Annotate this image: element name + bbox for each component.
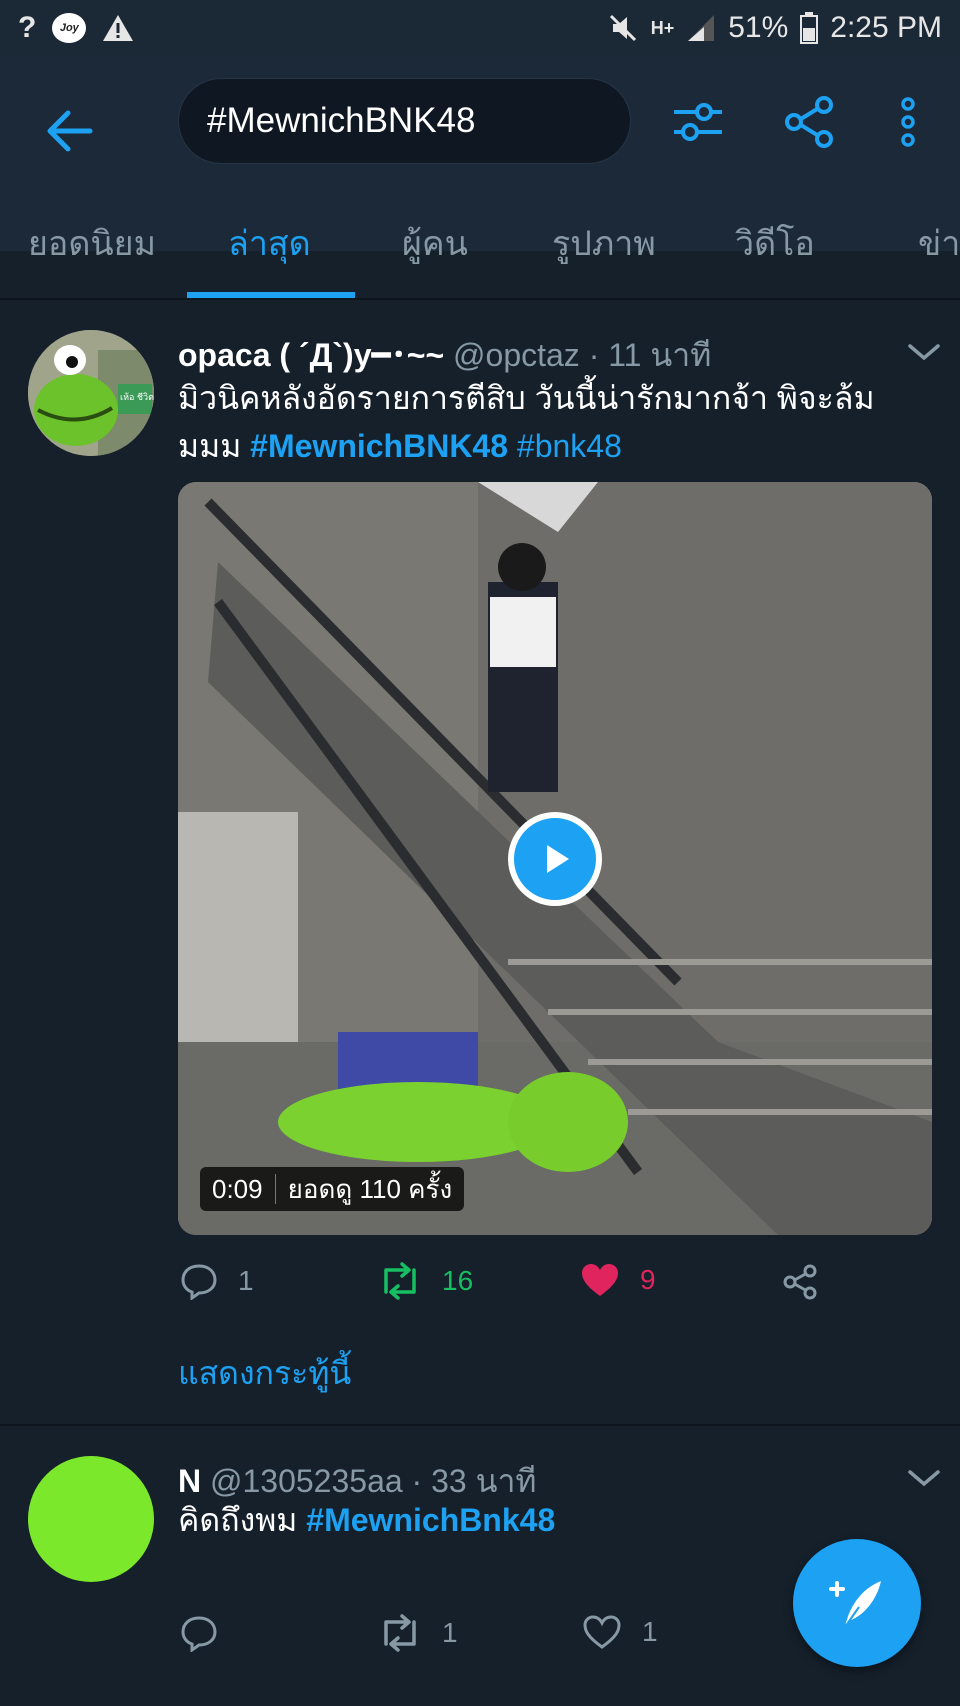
user-handle[interactable]: @1305235aa (210, 1463, 403, 1499)
video-duration: 0:09 (212, 1173, 263, 1204)
chevron-down-icon[interactable] (906, 340, 942, 364)
search-query: #MewnichBNK48 (207, 101, 476, 140)
tab-photos[interactable]: รูปภาพ (552, 220, 656, 300)
chevron-down-icon[interactable] (906, 1466, 942, 1490)
compose-feather-icon (829, 1581, 881, 1628)
hashtag-link[interactable]: #MewnichBnk48 (306, 1502, 555, 1538)
like-count: 1 (642, 1616, 658, 1647)
mute-icon (609, 14, 636, 42)
reply-count: 1 (238, 1265, 254, 1296)
share-tweet-icon[interactable] (782, 1264, 818, 1300)
show-thread-link[interactable]: แสดงกระทู้นี้ (178, 1348, 351, 1399)
heart-filled-icon (582, 1264, 618, 1296)
video-info-badge: 0:09 ยอดดู 110 ครั้ง (200, 1167, 465, 1211)
avatar-sign-text: เห้อ ชีวิต (120, 392, 154, 402)
hashtag-link[interactable]: #MewnichBNK48 (250, 428, 508, 464)
tweet-time: · 11 นาที (588, 337, 712, 373)
tweet-body: คิดถึงพม (178, 1502, 307, 1538)
reply-icon (181, 1264, 217, 1300)
avatar[interactable]: เห้อ ชีวิต (28, 330, 154, 456)
tab-videos[interactable]: วิดีโอ (735, 220, 815, 300)
status-bar: ? Joy H+ 51% 2:25 PM (0, 0, 960, 56)
header-divider (0, 298, 960, 300)
joy-app-icon: Joy (52, 13, 87, 43)
retweet-button[interactable]: 1 (378, 1614, 458, 1652)
display-name[interactable]: N (178, 1463, 201, 1499)
video-view-count: ยอดดู 110 ครั้ง (287, 1173, 453, 1204)
network-type: H+ (650, 17, 675, 38)
retweet-icon (384, 1614, 416, 1652)
like-button[interactable]: 1 (582, 1614, 658, 1650)
display-name[interactable]: opaca ( ´Д`)y━･~~ (178, 337, 444, 373)
signal-icon (688, 15, 715, 41)
compose-tweet-button[interactable] (793, 1539, 921, 1667)
tweet-text: มิวนิคหลังอัดรายการตีสิบ วันนี้น่ารักมาก… (178, 374, 918, 470)
play-button[interactable] (508, 812, 602, 906)
tab-latest[interactable]: ล่าสุด (228, 220, 311, 300)
user-handle[interactable]: @opctaz (453, 337, 580, 373)
more-options-icon[interactable] (878, 92, 938, 152)
like-count: 9 (640, 1264, 656, 1295)
warning-icon (103, 15, 134, 41)
retweet-button[interactable]: 16 (378, 1262, 473, 1300)
hashtag-link[interactable]: #bnk48 (517, 428, 622, 464)
tab-people[interactable]: ผู้คน (402, 220, 468, 300)
filter-icon[interactable] (668, 92, 728, 152)
tab-news[interactable]: ข่าว (918, 220, 960, 300)
battery-percent: 51% (728, 11, 789, 44)
retweet-count: 1 (442, 1617, 458, 1648)
retweet-count: 16 (442, 1265, 474, 1296)
tweet-divider (0, 1424, 960, 1426)
reply-icon (181, 1616, 217, 1652)
reply-button[interactable] (180, 1614, 218, 1652)
tab-top[interactable]: ยอดนิยม (28, 220, 156, 300)
heart-outline-icon (583, 1615, 621, 1649)
play-icon (547, 845, 569, 873)
share-icon[interactable] (780, 92, 840, 152)
reply-button[interactable]: 1 (180, 1262, 254, 1300)
search-input[interactable]: #MewnichBNK48 (178, 78, 631, 164)
like-button[interactable]: 9 (580, 1262, 656, 1298)
tweet-text: คิดถึงพม #MewnichBnk48 (178, 1496, 918, 1544)
battery-icon (800, 12, 819, 44)
help-icon: ? (18, 11, 37, 44)
back-arrow-icon[interactable] (40, 101, 100, 161)
retweet-icon (384, 1262, 416, 1300)
clock: 2:25 PM (830, 11, 942, 44)
avatar[interactable] (28, 1456, 154, 1582)
tweet-time: · 33 นาที (411, 1463, 537, 1499)
